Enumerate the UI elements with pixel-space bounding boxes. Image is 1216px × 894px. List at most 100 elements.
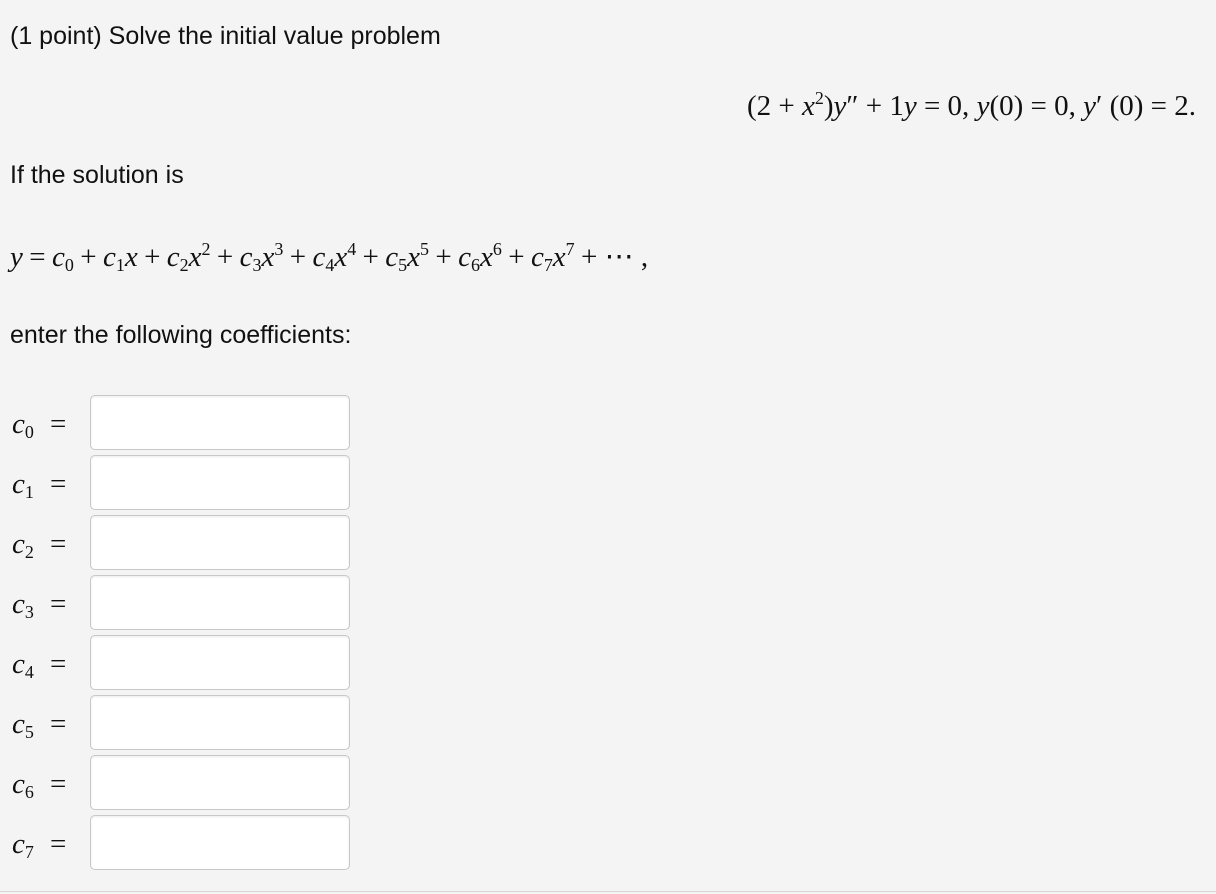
coefficient-equals: = [50,648,67,680]
coefficient-row: c7 = [0,815,400,875]
series-tail: + ⋯ , [581,241,649,273]
coefficient-input-c1[interactable] [90,455,350,510]
bottom-divider [0,891,1216,892]
series-term: c0 [51,241,74,276]
coefficient-subscript: 2 [24,542,34,563]
series-solution: y = c0 + c1x + c2x2 + c3x3 + c4x4 + c5x5 + c6x6 + c7x7 + … [10,237,655,277]
coefficient-subscript: 5 [24,722,34,743]
term-exponent: 4 [347,238,357,259]
series-term: c1x [102,241,138,276]
series-term: c3x3 [239,238,284,274]
coefficient-equals: = [50,588,67,620]
term-x: x [124,241,138,273]
series-terms: c0 + c1x + c2x2 + c3x3 + c4x4 + c5x5 + c6x6 + c7x7 [51,238,575,276]
series-plus: + [216,241,234,273]
series-plus: + [435,241,452,273]
term-exponent: 5 [420,238,429,259]
term-coefficient: c [312,241,326,273]
coefficient-subscript: 1 [24,482,34,503]
term-exponent: 7 [565,238,575,259]
term-coefficient: c [458,241,471,273]
coefficient-input-c6[interactable] [90,755,350,810]
coefficient-equals: = [50,408,67,440]
term-exponent: 3 [274,238,284,259]
series-term: c6x6 [458,238,502,276]
coefficient-subscript: 3 [24,602,34,623]
series-plus: + [144,241,161,273]
coefficient-symbol: c [12,768,25,800]
series-term: c2x2 [167,238,211,274]
differential-equation: (2 + x2)y″ + 1y = 0, y(0) = 0, y′ (0) = … [747,88,1196,124]
coefficient-input-c7[interactable] [90,815,350,870]
term-coefficient: c [102,241,116,273]
coefficient-label: c2 = [12,521,82,567]
series-equals: = [29,241,46,273]
coefficient-row: c4 = [0,635,400,695]
series-plus: + [80,241,97,273]
series-term: c5x5 [385,238,429,276]
coefficient-input-c4[interactable] [90,635,350,690]
term-coefficient: c [239,241,253,273]
coefficient-row: c1 = [0,455,400,515]
term-x: x [479,241,493,273]
coefficient-row: c6 = [0,755,400,815]
term-exponent: 6 [492,238,502,259]
coefficient-label: c3 = [12,581,82,627]
if-solution-text: If the solution is [10,161,184,189]
eq-x: x [801,90,815,122]
coefficient-symbol: c [12,588,25,620]
coefficient-subscript: 7 [24,842,34,863]
coefficient-input-c0[interactable] [90,395,350,450]
coefficient-label: c0 = [12,401,82,447]
term-x: x [188,241,202,273]
coefficient-symbol: c [12,528,25,560]
coefficient-subscript: 4 [24,662,34,683]
term-x: x [334,241,348,273]
term-subscript: 6 [470,255,480,276]
coefficient-equals: = [50,768,67,800]
enter-coefficients-text: enter the following coefficients: [10,321,352,349]
coefficient-symbol: c [12,408,25,440]
coefficient-subscript: 6 [24,782,34,803]
coefficient-input-c3[interactable] [90,575,350,630]
term-subscript: 1 [115,255,125,276]
term-x: x [552,241,566,273]
cond2-y: y [1083,90,1096,122]
coefficient-label: c1 = [12,461,82,507]
eq-plus: + [865,90,883,122]
series-term: c7x7 [530,238,575,274]
term-subscript: 5 [398,255,408,276]
problem-intro: (1 point) Solve the initial value proble… [10,22,441,50]
coefficient-symbol: c [12,828,25,860]
series-plus: + [289,241,307,273]
coefficient-label: c4 = [12,641,82,687]
coefficient-symbol: c [12,468,25,500]
cond1-y: y [976,90,990,122]
term-coefficient: c [51,241,65,273]
term-x: x [261,241,275,273]
coefficient-row: c3 = [0,575,400,635]
coefficient-equals: = [50,468,67,500]
cond2-prime: ′ [1095,90,1103,122]
coefficient-row: c2 = [0,515,400,575]
eq-coef: 1 [889,90,904,122]
series-term: c4x4 [312,238,357,276]
coefficient-row: c0 = [0,395,400,455]
term-subscript: 4 [325,255,335,276]
term-exponent: 2 [201,238,211,259]
coefficient-row: c5 = [0,695,400,755]
series-plus: + [508,241,525,273]
eq-open: (2 + [746,90,795,122]
coefficient-label: c6 = [12,761,82,807]
term-coefficient: c [530,241,544,273]
term-x: x [407,241,421,273]
coefficient-list: c0 = c1 = c2 = c3 = c4 = c5 = c6 = c7 = [0,395,400,875]
term-subscript: 0 [64,255,74,276]
coefficient-symbol: c [12,708,25,740]
series-lhs: y [10,241,23,273]
eq-y-double-prime: ″ [846,90,859,122]
coefficient-input-c5[interactable] [90,695,350,750]
coefficient-input-c2[interactable] [90,515,350,570]
term-coefficient: c [385,241,399,273]
cond1-rest: (0) = 0, [989,90,1076,122]
